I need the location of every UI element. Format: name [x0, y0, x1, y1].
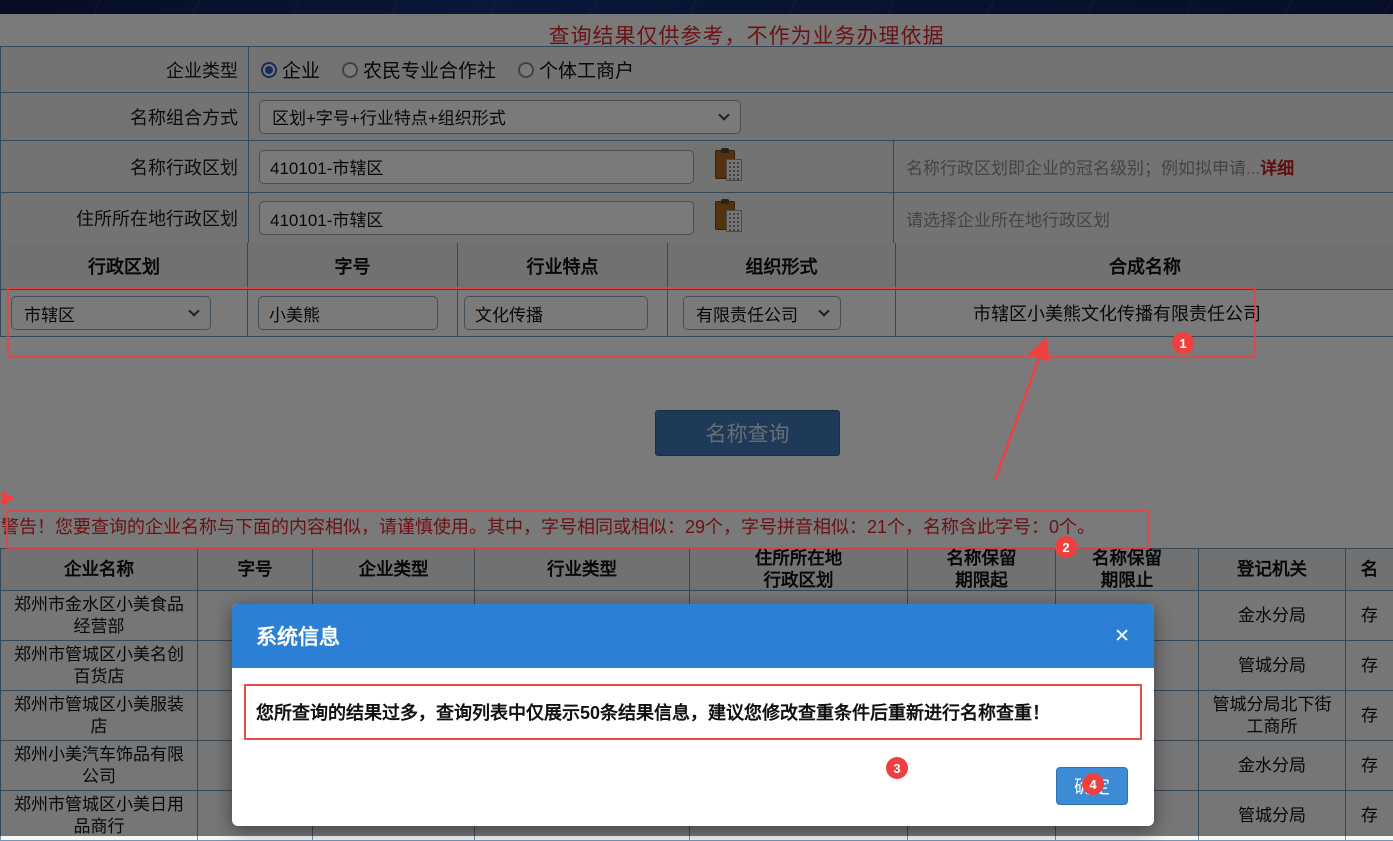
dialog-header: 系统信息 ✕	[232, 604, 1154, 668]
system-info-dialog: 系统信息 ✕ 您所查询的结果过多，查询列表中仅展示50条结果信息，建议您修改查重…	[232, 604, 1154, 826]
close-icon[interactable]: ✕	[1114, 627, 1130, 646]
dialog-message: 您所查询的结果过多，查询列表中仅展示50条结果信息，建议您修改查重条件后重新进行…	[244, 684, 1142, 740]
confirm-button[interactable]: 确定	[1056, 767, 1128, 805]
dialog-title: 系统信息	[256, 621, 340, 651]
